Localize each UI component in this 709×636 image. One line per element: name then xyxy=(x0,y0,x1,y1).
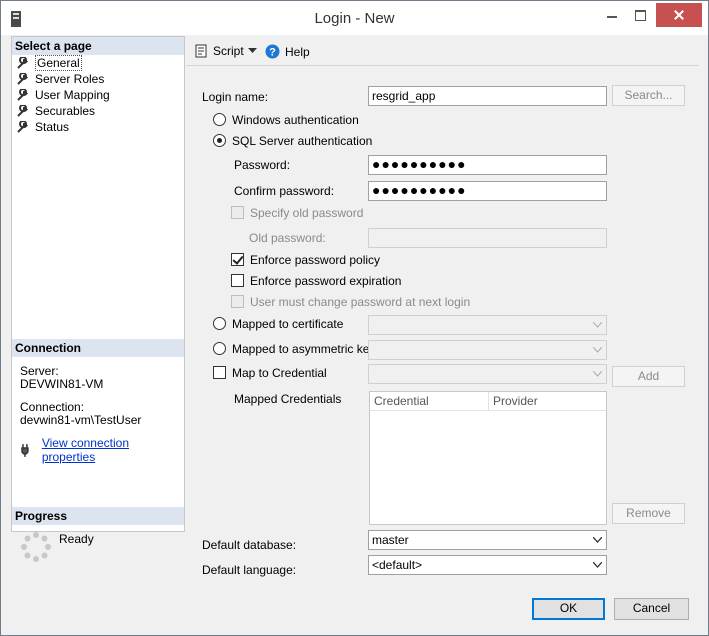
map-credential-checkbox[interactable] xyxy=(213,366,226,379)
enforce-expiration-checkbox[interactable] xyxy=(231,274,244,287)
windows-auth-radio[interactable] xyxy=(213,113,226,126)
cancel-button[interactable]: Cancel xyxy=(614,598,689,620)
login-name-input[interactable]: resgrid_app xyxy=(368,86,607,106)
windows-auth-label: Windows authentication xyxy=(232,113,359,127)
provider-column-header[interactable]: Provider xyxy=(489,392,606,411)
default-language-value: <default> xyxy=(372,558,423,572)
view-connection-properties-link[interactable]: View connection properties xyxy=(42,436,184,464)
search-button[interactable]: Search... xyxy=(612,85,685,106)
password-input[interactable]: ●●●●●●●●●● xyxy=(368,155,607,175)
progress-header: Progress xyxy=(12,507,184,525)
chevron-down-icon xyxy=(593,322,602,328)
view-connection-properties[interactable]: View connection properties xyxy=(20,436,184,464)
select-page-header: Select a page xyxy=(12,37,184,55)
default-database-label: Default database: xyxy=(202,538,297,552)
enforce-expiration-label: Enforce password expiration xyxy=(250,274,402,288)
must-change-checkbox[interactable] xyxy=(231,295,244,308)
page-item-user-mapping[interactable]: User Mapping xyxy=(16,87,110,103)
wrench-icon xyxy=(17,72,29,85)
chevron-down-icon xyxy=(593,371,602,377)
ok-button[interactable]: OK xyxy=(532,598,605,620)
left-pane: Select a page General Server Roles User … xyxy=(11,36,185,532)
must-change-label: User must change password at next login xyxy=(250,295,471,309)
specify-old-password-label: Specify old password xyxy=(250,206,364,220)
password-label: Password: xyxy=(234,158,291,172)
map-credential-label: Map to Credential xyxy=(232,366,327,380)
mapped-cert-label: Mapped to certificate xyxy=(232,317,344,331)
asymmetric-key-select[interactable] xyxy=(368,340,607,360)
old-password-label: Old password: xyxy=(249,231,326,245)
sql-auth-radio[interactable] xyxy=(213,134,226,147)
svg-text:?: ? xyxy=(269,47,276,59)
script-button[interactable]: Script xyxy=(194,44,244,58)
page-item-label: Status xyxy=(35,120,70,134)
page-item-status[interactable]: Status xyxy=(16,119,69,135)
page-item-label: General xyxy=(35,55,82,71)
mapped-asym-radio[interactable] xyxy=(213,342,226,355)
progress-spinner-icon xyxy=(21,532,51,562)
page-item-label: Securables xyxy=(35,104,96,118)
connection-header: Connection xyxy=(12,339,184,357)
chevron-down-icon xyxy=(248,48,257,53)
mapped-asym-label: Mapped to asymmetric key xyxy=(232,342,376,356)
wrench-icon xyxy=(17,88,29,101)
default-database-value: master xyxy=(372,533,409,547)
credential-column-header[interactable]: Credential xyxy=(370,392,488,411)
mapped-cert-radio[interactable] xyxy=(213,317,226,330)
wrench-icon xyxy=(17,56,29,69)
page-item-server-roles[interactable]: Server Roles xyxy=(16,71,104,87)
page-item-label: Server Roles xyxy=(35,72,105,86)
mapped-credentials-label: Mapped Credentials xyxy=(234,392,342,406)
progress-status: Ready xyxy=(59,532,94,546)
certificate-select[interactable] xyxy=(368,315,607,335)
specify-old-password-checkbox[interactable] xyxy=(231,206,244,219)
chevron-down-icon xyxy=(593,347,602,353)
page-item-securables[interactable]: Securables xyxy=(16,103,95,119)
default-language-label: Default language: xyxy=(202,563,297,577)
confirm-password-input[interactable]: ●●●●●●●●●● xyxy=(368,181,607,201)
enforce-policy-checkbox[interactable] xyxy=(231,253,244,266)
connection-value: devwin81-vm\TestUser xyxy=(20,413,142,427)
page-item-general[interactable]: General xyxy=(16,55,82,71)
login-name-label: Login name: xyxy=(202,90,269,104)
help-label: Help xyxy=(285,44,310,59)
confirm-password-label: Confirm password: xyxy=(234,184,335,198)
script-label: Script xyxy=(213,44,244,58)
right-pane: Script ? Help Login name: resgrid_app Se… xyxy=(186,36,699,588)
mapped-credentials-grid[interactable]: Credential Provider xyxy=(369,391,607,525)
script-icon xyxy=(195,44,207,58)
wrench-icon xyxy=(17,120,29,133)
login-new-window: Login - New Select a page General Server… xyxy=(0,0,709,636)
wrench-icon xyxy=(17,104,29,117)
add-button[interactable]: Add xyxy=(612,366,685,387)
chevron-down-icon xyxy=(593,562,602,568)
script-dropdown-button[interactable] xyxy=(248,48,257,54)
minimize-button[interactable] xyxy=(598,4,626,26)
chevron-down-icon xyxy=(593,537,602,543)
old-password-input[interactable] xyxy=(368,228,607,248)
help-button[interactable]: ? Help xyxy=(265,44,310,59)
default-database-select[interactable]: master xyxy=(368,530,607,550)
toolbar: Script ? Help xyxy=(186,36,699,66)
close-button[interactable] xyxy=(656,3,702,27)
maximize-button[interactable] xyxy=(626,4,654,26)
help-icon: ? xyxy=(265,44,280,59)
default-language-select[interactable]: <default> xyxy=(368,555,607,575)
server-value: DEVWIN81-VM xyxy=(20,377,104,391)
connection-plug-icon xyxy=(21,444,29,457)
enforce-policy-label: Enforce password policy xyxy=(250,253,381,267)
page-item-label: User Mapping xyxy=(35,88,110,102)
sql-auth-label: SQL Server authentication xyxy=(232,134,373,148)
title-bar: Login - New xyxy=(1,1,708,35)
credential-select[interactable] xyxy=(368,364,607,384)
remove-button[interactable]: Remove xyxy=(612,503,685,524)
